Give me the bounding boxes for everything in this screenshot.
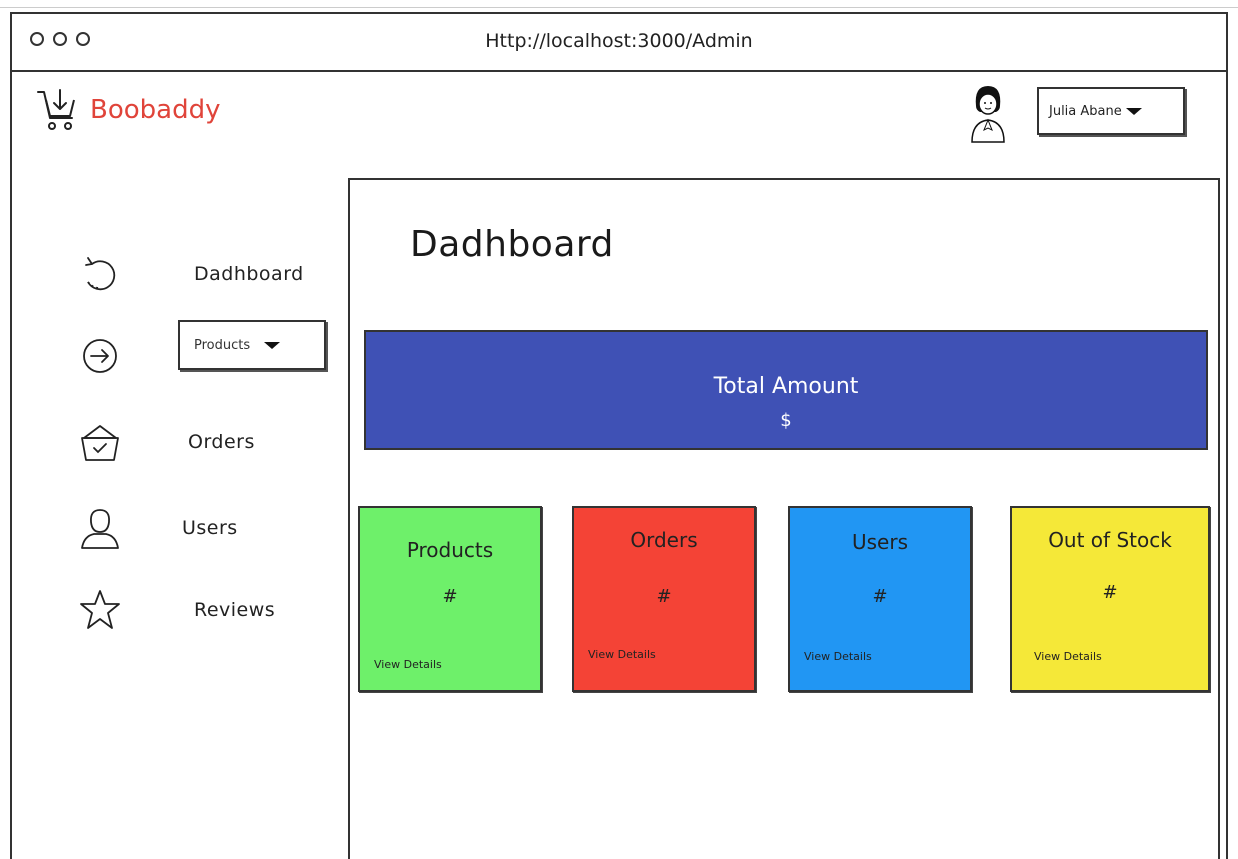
brand-name: Boobaddy xyxy=(90,95,221,125)
total-amount-value: $ xyxy=(780,410,792,431)
top-separator xyxy=(0,7,1238,8)
user-icon xyxy=(81,509,119,549)
stat-card-products: Products # View Details xyxy=(358,506,542,692)
view-details-link[interactable]: View Details xyxy=(588,648,656,661)
stat-card-users: Users # View Details xyxy=(788,506,972,692)
shopping-cart-icon xyxy=(37,89,75,130)
page-title: Dadhboard xyxy=(410,224,614,265)
sidebar-item-label: Reviews xyxy=(194,599,276,621)
canvas: Http://localhost:3000/Admin Boobaddy Jul… xyxy=(0,0,1238,859)
card-title: Out of Stock xyxy=(1048,528,1172,552)
browser-titlebar: Http://localhost:3000/Admin xyxy=(12,14,1226,72)
view-details-link[interactable]: View Details xyxy=(374,658,442,671)
card-title: Orders xyxy=(630,528,698,552)
sidebar-item-label: Users xyxy=(182,517,238,539)
user-menu-dropdown[interactable]: Julia Abane xyxy=(1037,87,1185,135)
card-title: Products xyxy=(406,538,494,562)
card-title: Users xyxy=(851,530,908,554)
card-value: # xyxy=(1102,582,1118,603)
sidebar-item-label: Orders xyxy=(188,431,255,453)
sidebar-item-products[interactable]: Products xyxy=(178,320,326,370)
card-value: # xyxy=(872,586,888,607)
sidebar-item-label: Products xyxy=(194,337,251,353)
total-amount-title: Total Amount xyxy=(713,374,859,399)
sidebar-item-users[interactable]: Users xyxy=(78,506,238,550)
card-value: # xyxy=(656,586,672,607)
view-details-link[interactable]: View Details xyxy=(804,650,872,663)
stat-card-out-of-stock: Out of Stock # View Details xyxy=(1010,506,1210,692)
stat-card-orders: Orders # View Details xyxy=(572,506,756,692)
avatar[interactable] xyxy=(966,80,1010,144)
card-value: # xyxy=(442,586,458,607)
arrow-circle-icon xyxy=(83,339,117,373)
sidebar-item-products-icon-wrap[interactable] xyxy=(78,334,122,378)
sidebar-item-dashboard[interactable]: Dadhboard xyxy=(78,252,304,296)
chevron-down-icon xyxy=(1125,107,1142,115)
chevron-down-icon xyxy=(264,341,281,349)
sidebar-item-orders[interactable]: Orders xyxy=(78,420,255,464)
sidebar-item-reviews[interactable]: Reviews xyxy=(78,588,275,632)
refresh-icon xyxy=(85,257,116,291)
star-icon xyxy=(80,590,120,629)
logo[interactable]: Boobaddy xyxy=(36,86,220,134)
total-amount-banner: Total Amount $ xyxy=(364,330,1208,450)
user-name: Julia Abane xyxy=(1049,103,1122,119)
url-bar[interactable]: Http://localhost:3000/Admin xyxy=(12,30,1226,52)
sidebar-item-label: Dadhboard xyxy=(194,263,304,285)
basket-icon xyxy=(81,425,119,461)
main-content-panel: Dadhboard Total Amount $ Products # View… xyxy=(348,178,1220,859)
view-details-link[interactable]: View Details xyxy=(1034,650,1102,663)
